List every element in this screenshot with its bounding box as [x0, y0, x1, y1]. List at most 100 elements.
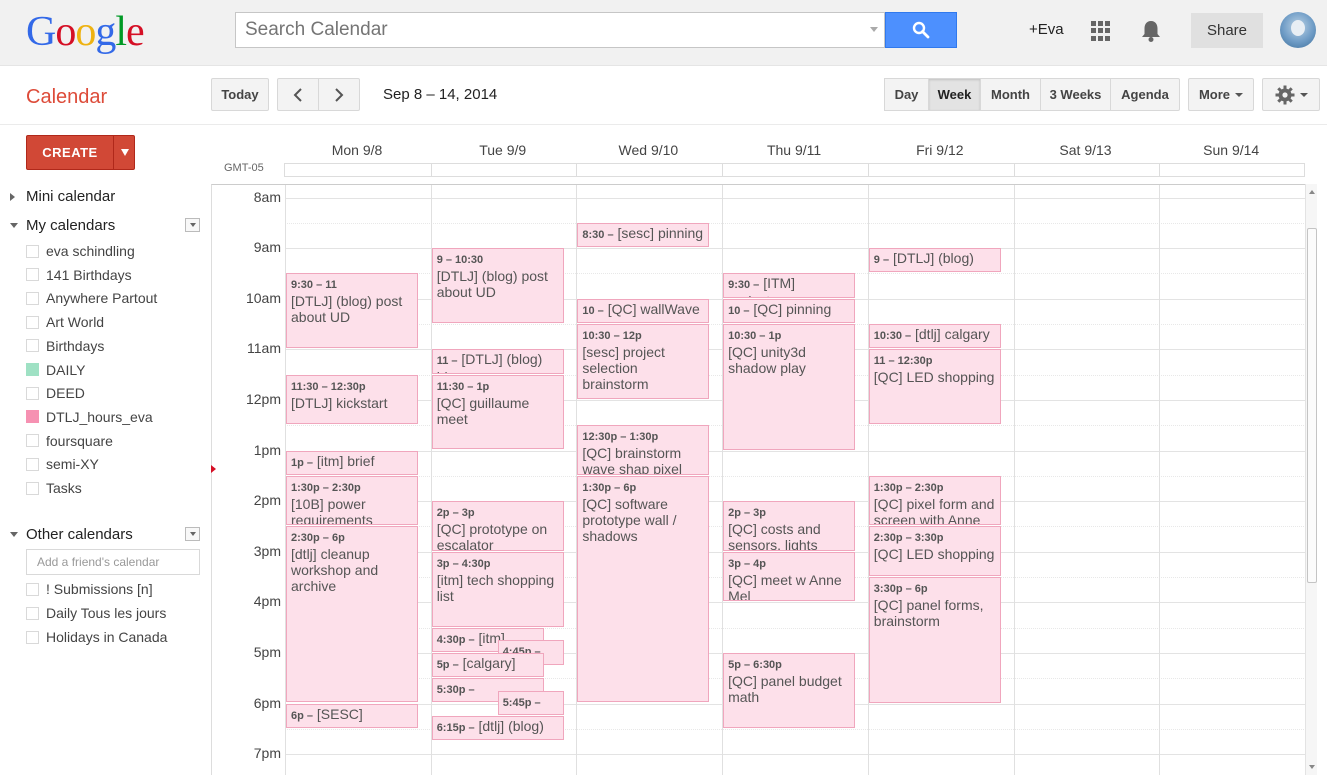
view-week-button[interactable]: Week: [928, 78, 981, 111]
calendar-checkbox[interactable]: [26, 582, 39, 596]
calendar-item[interactable]: eva schindling: [26, 241, 135, 261]
create-dropdown-button[interactable]: [113, 136, 135, 169]
calendar-item[interactable]: Holidays in Canada: [26, 627, 167, 647]
next-week-button[interactable]: [318, 78, 360, 111]
calendar-event[interactable]: 10:30 – 1p [QC] unity3d shadow play: [723, 324, 856, 450]
calendar-event[interactable]: 11 – 12:30p [QC] LED shopping: [868, 349, 1001, 425]
calendar-event[interactable]: 10:30 – [dtlj] calgary: [868, 324, 1001, 349]
calendar-item[interactable]: semi-XY: [26, 454, 99, 474]
scroll-up-arrow-icon[interactable]: [1309, 190, 1315, 194]
bell-icon[interactable]: [1140, 19, 1162, 48]
calendar-item[interactable]: ! Submissions [n]: [26, 579, 153, 599]
calendar-event[interactable]: 5p – [calgary] first: [431, 652, 544, 678]
calendar-event[interactable]: 9:30 – [ITM] projector: [723, 273, 856, 298]
calendar-event[interactable]: 9 – [DTLJ] (blog) UD: [868, 248, 1001, 273]
more-menu-button[interactable]: More: [1188, 78, 1254, 111]
day-header[interactable]: Thu 9/11: [721, 142, 867, 158]
apps-grid-icon[interactable]: [1091, 21, 1111, 41]
add-friend-calendar-input[interactable]: [26, 549, 200, 575]
avatar[interactable]: [1280, 12, 1316, 48]
day-header[interactable]: Mon 9/8: [284, 142, 430, 158]
day-header[interactable]: Sun 9/14: [1158, 142, 1304, 158]
calendar-event[interactable]: 2p – 3p [QC] costs and sensors, lights: [723, 501, 856, 551]
calendar-item[interactable]: 141 Birthdays: [26, 265, 132, 285]
calendar-checkbox[interactable]: [26, 434, 39, 448]
calendar-event[interactable]: 3:30p – 6p [QC] panel forms, brainstorm: [868, 577, 1001, 703]
other-calendars-toggle[interactable]: Other calendars: [10, 526, 133, 543]
calendar-checkbox[interactable]: [26, 606, 39, 620]
calendar-item[interactable]: Daily Tous les jours: [26, 603, 166, 623]
day-header[interactable]: Fri 9/12: [867, 142, 1013, 158]
user-profile-link[interactable]: +Eva: [1029, 21, 1064, 38]
calendar-checkbox[interactable]: [26, 339, 39, 353]
mini-calendar-toggle[interactable]: Mini calendar: [10, 188, 115, 205]
calendar-event[interactable]: 2p – 3p [QC] prototype on escalator: [431, 501, 564, 551]
today-button[interactable]: Today: [211, 78, 269, 111]
calendar-item[interactable]: foursquare: [26, 431, 113, 451]
my-calendars-menu-button[interactable]: [185, 218, 200, 232]
scroll-down-arrow-icon[interactable]: [1309, 765, 1315, 769]
search-options-chevron-down-icon[interactable]: [870, 27, 878, 32]
view-agenda-button[interactable]: Agenda: [1110, 78, 1180, 111]
day-header[interactable]: Sat 9/13: [1013, 142, 1159, 158]
other-calendars-menu-button[interactable]: [185, 527, 200, 541]
search-box[interactable]: [235, 12, 885, 48]
calendar-item[interactable]: Anywhere Partout: [26, 288, 157, 308]
calendar-event[interactable]: 10 – [QC] wallWave: [577, 298, 710, 323]
search-button[interactable]: [885, 12, 957, 48]
calendar-item[interactable]: DEED: [26, 383, 85, 403]
calendar-event[interactable]: 1:30p – 2:30p [QC] pixel form and screen…: [868, 475, 1001, 526]
google-logo[interactable]: Google: [26, 8, 145, 56]
previous-week-button[interactable]: [277, 78, 319, 111]
calendar-checkbox[interactable]: [26, 481, 39, 495]
calendar-checkbox[interactable]: [26, 244, 39, 258]
calendar-event[interactable]: 3p – 4p [QC] meet w Anne Mel: [723, 551, 856, 602]
calendar-event[interactable]: 11:30 – 12:30p [DTLJ] kickstart: [286, 374, 418, 425]
scroll-thumb[interactable]: [1307, 228, 1317, 583]
calendar-event[interactable]: 11 – [DTLJ] (blog) blog: [431, 349, 564, 374]
calendar-event[interactable]: 2:30p – 6p [dtlj] cleanup workshop and a…: [286, 526, 418, 703]
share-button[interactable]: Share: [1191, 13, 1263, 48]
calendar-checkbox[interactable]: [26, 410, 39, 424]
calendar-item[interactable]: DTLJ_hours_eva: [26, 407, 153, 427]
view-month-button[interactable]: Month: [980, 78, 1041, 111]
calendar-event[interactable]: 9:30 – 11 [DTLJ] (blog) post about UD: [286, 273, 418, 349]
calendar-checkbox[interactable]: [26, 315, 39, 329]
calendar-checkbox[interactable]: [26, 457, 39, 471]
calendar-item[interactable]: Tasks: [26, 478, 82, 498]
calendar-item[interactable]: Birthdays: [26, 336, 104, 356]
calendar-event[interactable]: 1:30p – 2:30p [10B] power requirements: [286, 475, 418, 526]
calendar-checkbox[interactable]: [26, 630, 39, 644]
my-calendars-toggle[interactable]: My calendars: [10, 217, 115, 234]
calendar-item[interactable]: DAILY: [26, 360, 85, 380]
calendar-checkbox[interactable]: [26, 363, 39, 376]
view-3weeks-button[interactable]: 3 Weeks: [1040, 78, 1111, 111]
all-day-row[interactable]: [284, 163, 1305, 177]
day-header[interactable]: Tue 9/9: [430, 142, 576, 158]
calendar-event[interactable]: 2:30p – 3:30p [QC] LED shopping: [868, 526, 1001, 576]
calendar-item[interactable]: Art World: [26, 312, 104, 332]
calendar-event[interactable]: 5:45p – [sesc]: [497, 690, 564, 716]
calendar-checkbox[interactable]: [26, 386, 39, 400]
grid-scrollbar[interactable]: [1305, 184, 1317, 775]
calendar-event[interactable]: 1:30p – 6p [QC] software prototype wall …: [577, 475, 710, 703]
day-header[interactable]: Wed 9/10: [575, 142, 721, 158]
calendar-event[interactable]: 10:30 – 12p [sesc] project selection bra…: [577, 324, 710, 399]
calendar-event[interactable]: 11:30 – 1p [QC] guillaume meet: [431, 374, 564, 450]
calendar-event[interactable]: 5p – 6:30p [QC] panel budget math: [723, 652, 856, 728]
calendar-event[interactable]: 6p – [SESC] pinterest: [286, 703, 418, 728]
calendar-checkbox[interactable]: [26, 268, 39, 282]
calendar-event[interactable]: 9 – 10:30 [DTLJ] (blog) post about UD: [431, 248, 564, 323]
week-grid[interactable]: 8am 9am 10am 11am 12pm 1pm 2pm 3pm 4pm 5pm 6pm 7pm 9…: [211, 184, 1305, 775]
create-event-button[interactable]: CREATE: [26, 135, 135, 170]
calendar-checkbox[interactable]: [26, 291, 39, 305]
search-input[interactable]: [236, 13, 846, 47]
calendar-event[interactable]: 1p – [itm] brief Pierre: [286, 450, 418, 475]
calendar-event[interactable]: 6:15p – [dtlj] (blog) post: [431, 716, 564, 741]
calendar-event[interactable]: 12:30p – 1:30p [QC] brainstorm wave shap…: [577, 425, 710, 475]
calendar-event[interactable]: 3p – 4:30p [itm] tech shopping list: [431, 551, 564, 627]
view-day-button[interactable]: Day: [884, 78, 929, 111]
calendar-event[interactable]: 8:30 – [sesc] pinning: [577, 222, 710, 248]
calendar-event[interactable]: 10 – [QC] pinning: [723, 298, 856, 323]
settings-button[interactable]: [1262, 78, 1320, 111]
